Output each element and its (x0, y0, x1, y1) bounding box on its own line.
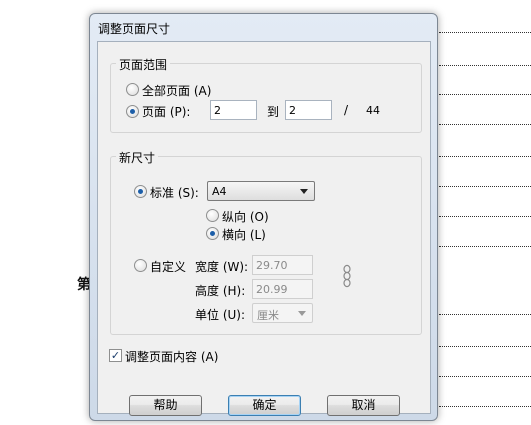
unit-select[interactable]: 厘米 (252, 303, 313, 323)
background-dotted-line (439, 124, 531, 125)
standard-size-label[interactable]: 标准 (S): (150, 184, 199, 201)
total-pages: 44 (366, 104, 380, 117)
help-button[interactable]: 帮助 (129, 395, 202, 416)
to-page-input[interactable]: 2 (285, 100, 332, 120)
background-dotted-line (439, 94, 531, 95)
chevron-down-icon (300, 189, 308, 194)
portrait-label[interactable]: 纵向 (O) (222, 208, 269, 225)
landscape-label[interactable]: 横向 (L) (222, 226, 266, 243)
background-dotted-line (439, 406, 531, 407)
new-size-legend: 新尺寸 (116, 149, 159, 166)
adjust-content-checkbox[interactable]: ✓ (109, 349, 122, 362)
chevron-down-icon (298, 311, 306, 316)
custom-size-radio[interactable] (134, 259, 147, 272)
unit-value: 厘米 (257, 309, 279, 322)
pages-label[interactable]: 页面 (P): (142, 103, 190, 120)
width-input[interactable]: 29.70 (252, 255, 313, 275)
adjust-content-label[interactable]: 调整页面内容 (A) (125, 348, 218, 365)
page-range-group: 页面范围 全部页面 (A) 页面 (P): 2 到 2 / 44 (110, 56, 422, 133)
pages-radio[interactable] (126, 105, 139, 118)
title-bar[interactable]: 调整页面尺寸 (90, 14, 437, 42)
standard-size-radio[interactable] (134, 185, 147, 198)
custom-size-label[interactable]: 自定义 (150, 258, 186, 275)
width-label: 宽度 (W): (195, 260, 249, 274)
background-dotted-line (439, 186, 531, 187)
dialog-title: 调整页面尺寸 (98, 22, 171, 36)
height-label: 高度 (H): (195, 284, 246, 298)
new-size-group: 新尺寸 标准 (S): A4 纵向 (O) 横向 (L) 自定义 宽度 (W):… (110, 149, 422, 335)
background-dotted-line (439, 314, 531, 315)
to-label: 到 (267, 105, 280, 119)
background-dotted-line (439, 246, 531, 247)
from-page-input[interactable]: 2 (210, 100, 257, 120)
unit-label: 单位 (U): (195, 308, 246, 322)
portrait-radio[interactable] (206, 209, 219, 222)
height-input[interactable]: 20.99 (252, 279, 313, 299)
landscape-radio[interactable] (206, 227, 219, 240)
cancel-button[interactable]: 取消 (327, 395, 400, 416)
page-range-legend: 页面范围 (116, 56, 171, 73)
paper-size-select[interactable]: A4 (207, 181, 315, 201)
background-dotted-line (439, 32, 531, 33)
paper-size-value: A4 (212, 185, 227, 198)
ok-button[interactable]: 确定 (228, 395, 301, 416)
dialog-body: 页面范围 全部页面 (A) 页面 (P): 2 到 2 / 44 新尺寸 标准 … (97, 41, 431, 416)
background-dotted-line (439, 156, 531, 157)
background-dotted-line (439, 346, 531, 347)
chain-link-icon[interactable] (342, 264, 352, 288)
background-dotted-line (439, 376, 531, 377)
all-pages-radio[interactable] (126, 83, 139, 96)
all-pages-label[interactable]: 全部页面 (A) (142, 82, 211, 99)
page-separator: / (344, 103, 349, 117)
background-dotted-line (439, 216, 531, 217)
background-dotted-line (439, 65, 531, 66)
resize-pages-dialog: 调整页面尺寸 页面范围 全部页面 (A) 页面 (P): 2 到 2 / 44 … (89, 13, 438, 421)
